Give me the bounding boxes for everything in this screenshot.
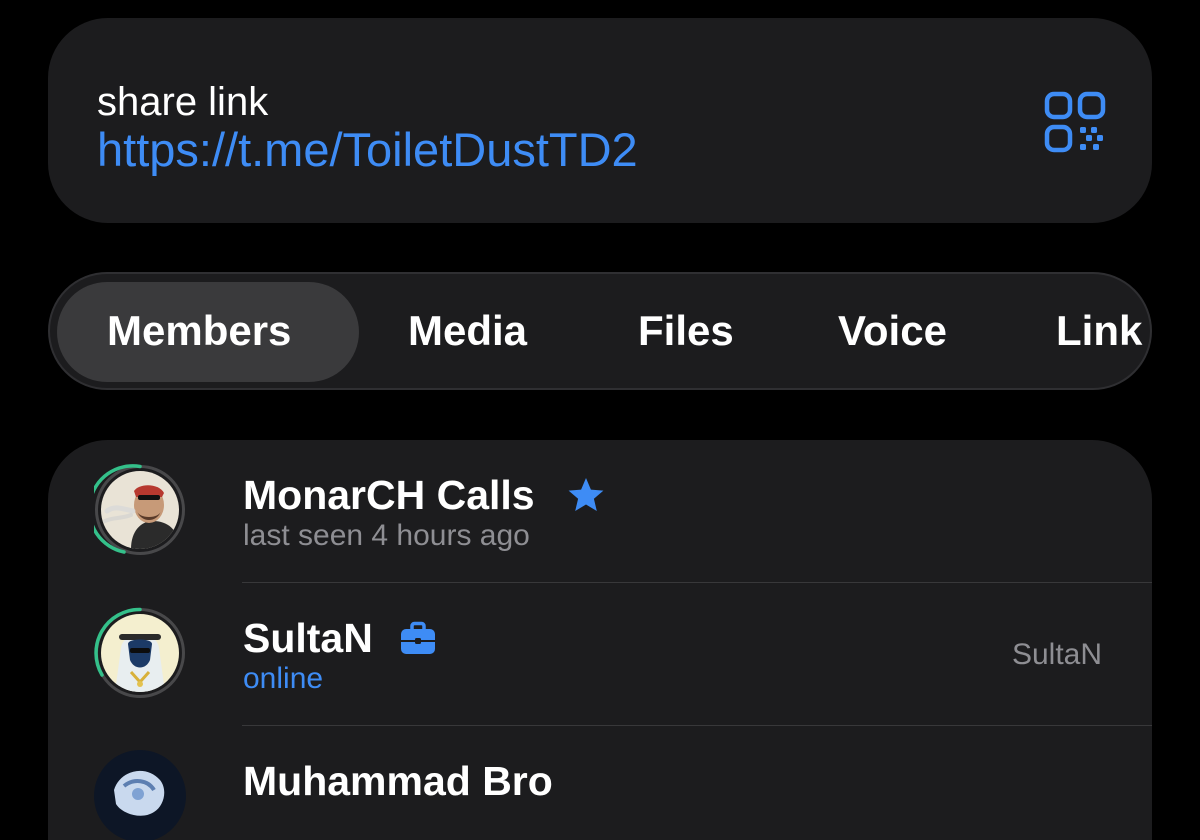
avatar-image	[101, 471, 179, 549]
avatar-image	[101, 614, 179, 692]
member-row[interactable]: Muhammad Bro	[48, 726, 1152, 840]
member-name: SultaN	[243, 615, 373, 661]
member-name: Muhammad Bro	[243, 758, 553, 804]
qr-code-icon[interactable]	[1043, 90, 1107, 154]
tab-link[interactable]: Link	[1056, 274, 1142, 388]
briefcase-icon	[401, 621, 435, 654]
avatar[interactable]	[94, 607, 186, 699]
member-role-tag: SultaN	[1011, 638, 1102, 671]
avatar[interactable]	[94, 750, 186, 840]
share-link-url[interactable]: https://t.me/ToiletDustTD2	[97, 124, 638, 176]
member-row[interactable]: MonarCH Calls last seen 4 hours ago	[48, 440, 1152, 583]
tab-voice[interactable]: Voice	[838, 274, 947, 388]
tab-media[interactable]: Media	[408, 274, 527, 388]
star-icon	[568, 478, 604, 511]
member-row[interactable]: SultaN online SultaN	[48, 583, 1152, 726]
member-status: online	[243, 662, 324, 695]
member-status: last seen 4 hours ago	[243, 519, 530, 552]
share-link-card: share link https://t.me/ToiletDustTD2	[48, 18, 1152, 223]
avatar-image	[94, 750, 186, 840]
share-link-label: share link	[97, 80, 269, 124]
avatar[interactable]	[94, 464, 186, 556]
tab-members[interactable]: Members	[107, 274, 291, 388]
member-name: MonarCH Calls	[243, 472, 535, 518]
tab-files[interactable]: Files	[638, 274, 734, 388]
members-list: MonarCH Calls last seen 4 hours ago Sult…	[48, 440, 1152, 840]
media-tab-bar: Members Media Files Voice Link	[48, 272, 1152, 390]
